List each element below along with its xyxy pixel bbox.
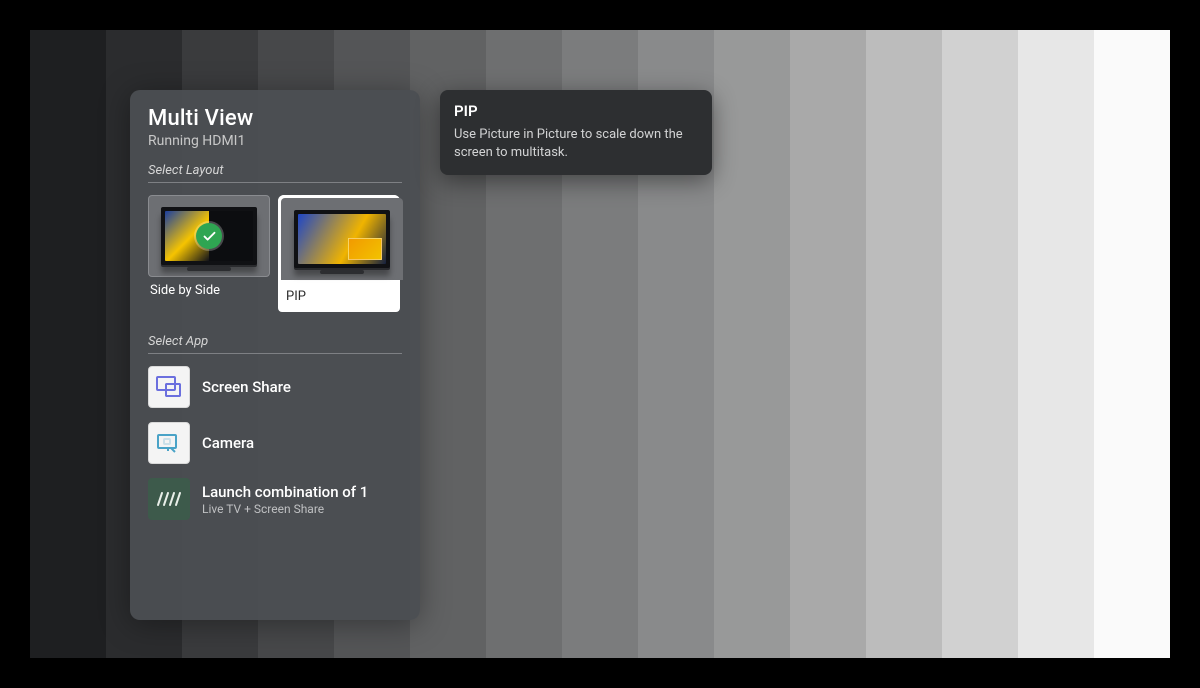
panel-subtitle: Running HDMI1 <box>148 133 402 149</box>
layout-options: Side by Side PIP <box>148 195 402 312</box>
tooltip-body: Use Picture in Picture to scale down the… <box>454 126 698 161</box>
tooltip-title: PIP <box>454 102 698 120</box>
app-item-screen-share[interactable]: Screen Share <box>148 366 402 408</box>
layout-thumb-pip <box>281 198 403 280</box>
app-item-label: Launch combination of 1 <box>202 483 368 501</box>
multiview-panel: Multi View Running HDMI1 Select Layout <box>130 90 420 620</box>
letterbox <box>0 0 30 688</box>
panel-title: Multi View <box>148 106 402 131</box>
app-item-sublabel: Live TV + Screen Share <box>202 502 368 516</box>
section-label-app: Select App <box>148 334 402 349</box>
app-item-label: Screen Share <box>202 378 291 396</box>
letterbox <box>0 0 1200 30</box>
letterbox <box>0 658 1200 688</box>
camera-icon <box>148 422 190 464</box>
tv-mock-icon <box>294 210 390 268</box>
divider <box>148 182 402 183</box>
layout-thumb-side-by-side <box>148 195 270 277</box>
app-item-camera[interactable]: Camera <box>148 422 402 464</box>
layout-option-side-by-side[interactable]: Side by Side <box>148 195 270 312</box>
screenshare-icon <box>148 366 190 408</box>
combo-icon <box>148 478 190 520</box>
stage: Multi View Running HDMI1 Select Layout <box>0 0 1200 688</box>
checkmark-icon <box>196 223 222 249</box>
layout-label: PIP <box>278 283 400 312</box>
divider <box>148 353 402 354</box>
layout-option-pip[interactable]: PIP <box>278 195 400 312</box>
section-label-layout: Select Layout <box>148 163 402 178</box>
option-tooltip: PIP Use Picture in Picture to scale down… <box>440 90 712 175</box>
app-list: Screen Share Camera <box>148 366 402 520</box>
tv-screen: Multi View Running HDMI1 Select Layout <box>30 30 1170 658</box>
letterbox <box>1170 0 1200 688</box>
app-item-launch-combo[interactable]: Launch combination of 1 Live TV + Screen… <box>148 478 402 520</box>
layout-label: Side by Side <box>148 283 270 298</box>
app-item-label: Camera <box>202 434 254 452</box>
